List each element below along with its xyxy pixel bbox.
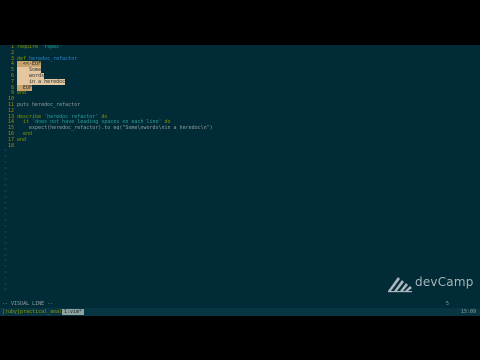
code-text: expect(heredoc_refactor).to eq("Some\nwo… <box>17 125 213 132</box>
string-literal: "rspec" <box>41 45 63 50</box>
vim-editor[interactable]: 1 require "rspec" 2 3 def heredoc_refactor… <box>0 45 480 300</box>
keyword-require: require <box>17 45 39 50</box>
mode-indicator: -- VISUAL LINE -- <box>2 301 54 307</box>
vim-status-line: -- VISUAL LINE -- 5 <box>0 301 480 308</box>
selected-text: in a heredoc <box>17 78 66 85</box>
devcamp-logo-icon <box>388 277 412 293</box>
selection-count: 5 <box>446 301 450 307</box>
keyword-end: end <box>17 90 27 97</box>
tmux-clock: 15:09 <box>460 309 476 315</box>
devcamp-watermark: devCamp <box>386 271 476 293</box>
tmux-session-name: [ruby]practical_anal <box>2 309 63 315</box>
tmux-window-tab[interactable]: 1:vim* <box>62 309 85 315</box>
keyword-end: end <box>17 136 27 143</box>
code-text: puts heredoc_refactor <box>17 101 81 108</box>
devcamp-logo-text: devCamp <box>415 275 474 289</box>
tmux-status-bar: [ruby]practical_anal 1:vim* 15:09 <box>0 308 480 316</box>
terminal-screen: 1 require "rspec" 2 3 def heredoc_refactor… <box>0 45 480 316</box>
